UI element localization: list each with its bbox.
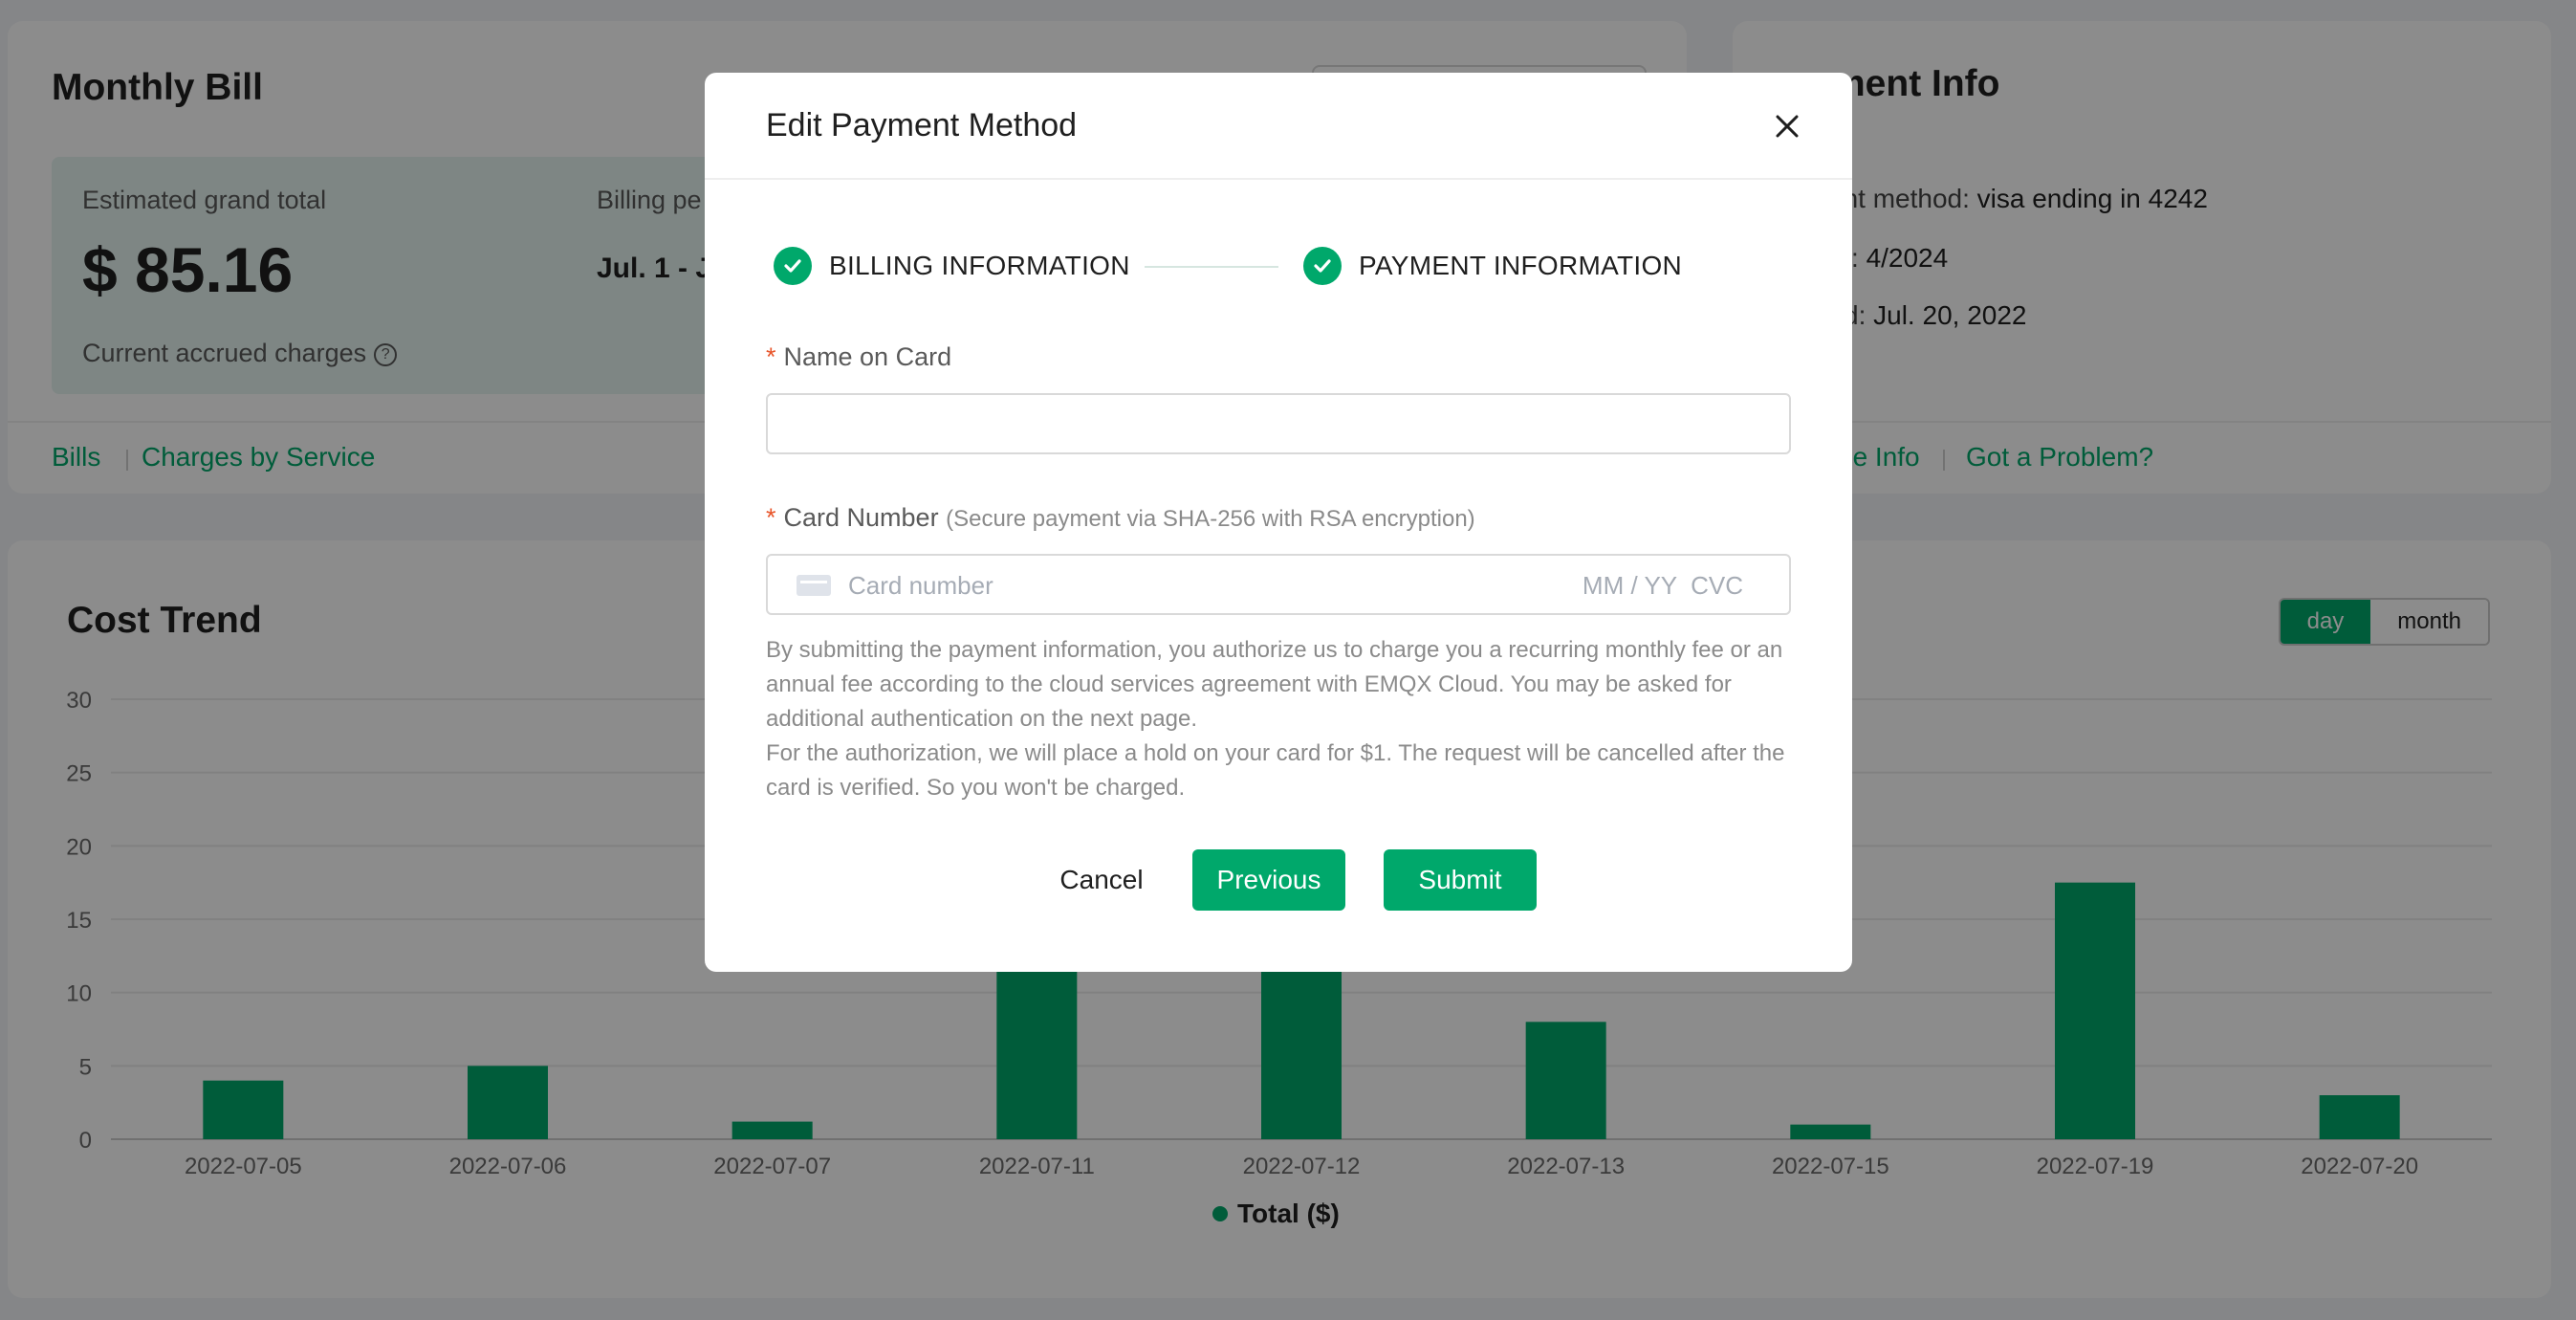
previous-button[interactable]: Previous [1192,849,1345,911]
card-expiry-cvc-placeholder: MM / YY CVC [1582,571,1743,600]
notice-paragraph-1: By submitting the payment information, y… [766,637,1783,732]
check-circle-icon [774,247,812,285]
edit-payment-modal: Edit Payment Method BILLING INFORMATION … [705,73,1852,972]
submit-button[interactable]: Submit [1384,849,1537,911]
notice-paragraph-2: For the authorization, we will place a h… [766,740,1785,801]
name-on-card-label: * Name on Card [766,342,952,371]
card-number-hint: (Secure payment via SHA-256 with RSA enc… [946,506,1475,532]
card-number-input[interactable]: Card number MM / YY CVC [766,554,1791,615]
credit-card-icon [797,575,831,596]
authorization-notice: By submitting the payment information, y… [766,633,1799,805]
step-payment-information: PAYMENT INFORMATION [1303,247,1682,285]
step-label: BILLING INFORMATION [829,251,1130,280]
step-billing-information: BILLING INFORMATION [774,247,1130,285]
step-connector [1145,266,1278,268]
modal-title: Edit Payment Method [766,107,1078,143]
check-circle-icon [1303,247,1342,285]
cancel-button[interactable]: Cancel [1030,849,1173,911]
card-number-label: * Card Number (Secure payment via SHA-256… [766,503,1475,532]
card-number-placeholder: Card number [848,571,993,600]
name-on-card-input[interactable] [766,393,1791,454]
modal-header: Edit Payment Method [705,73,1852,180]
close-icon[interactable] [1770,109,1804,143]
step-label: PAYMENT INFORMATION [1359,251,1683,280]
